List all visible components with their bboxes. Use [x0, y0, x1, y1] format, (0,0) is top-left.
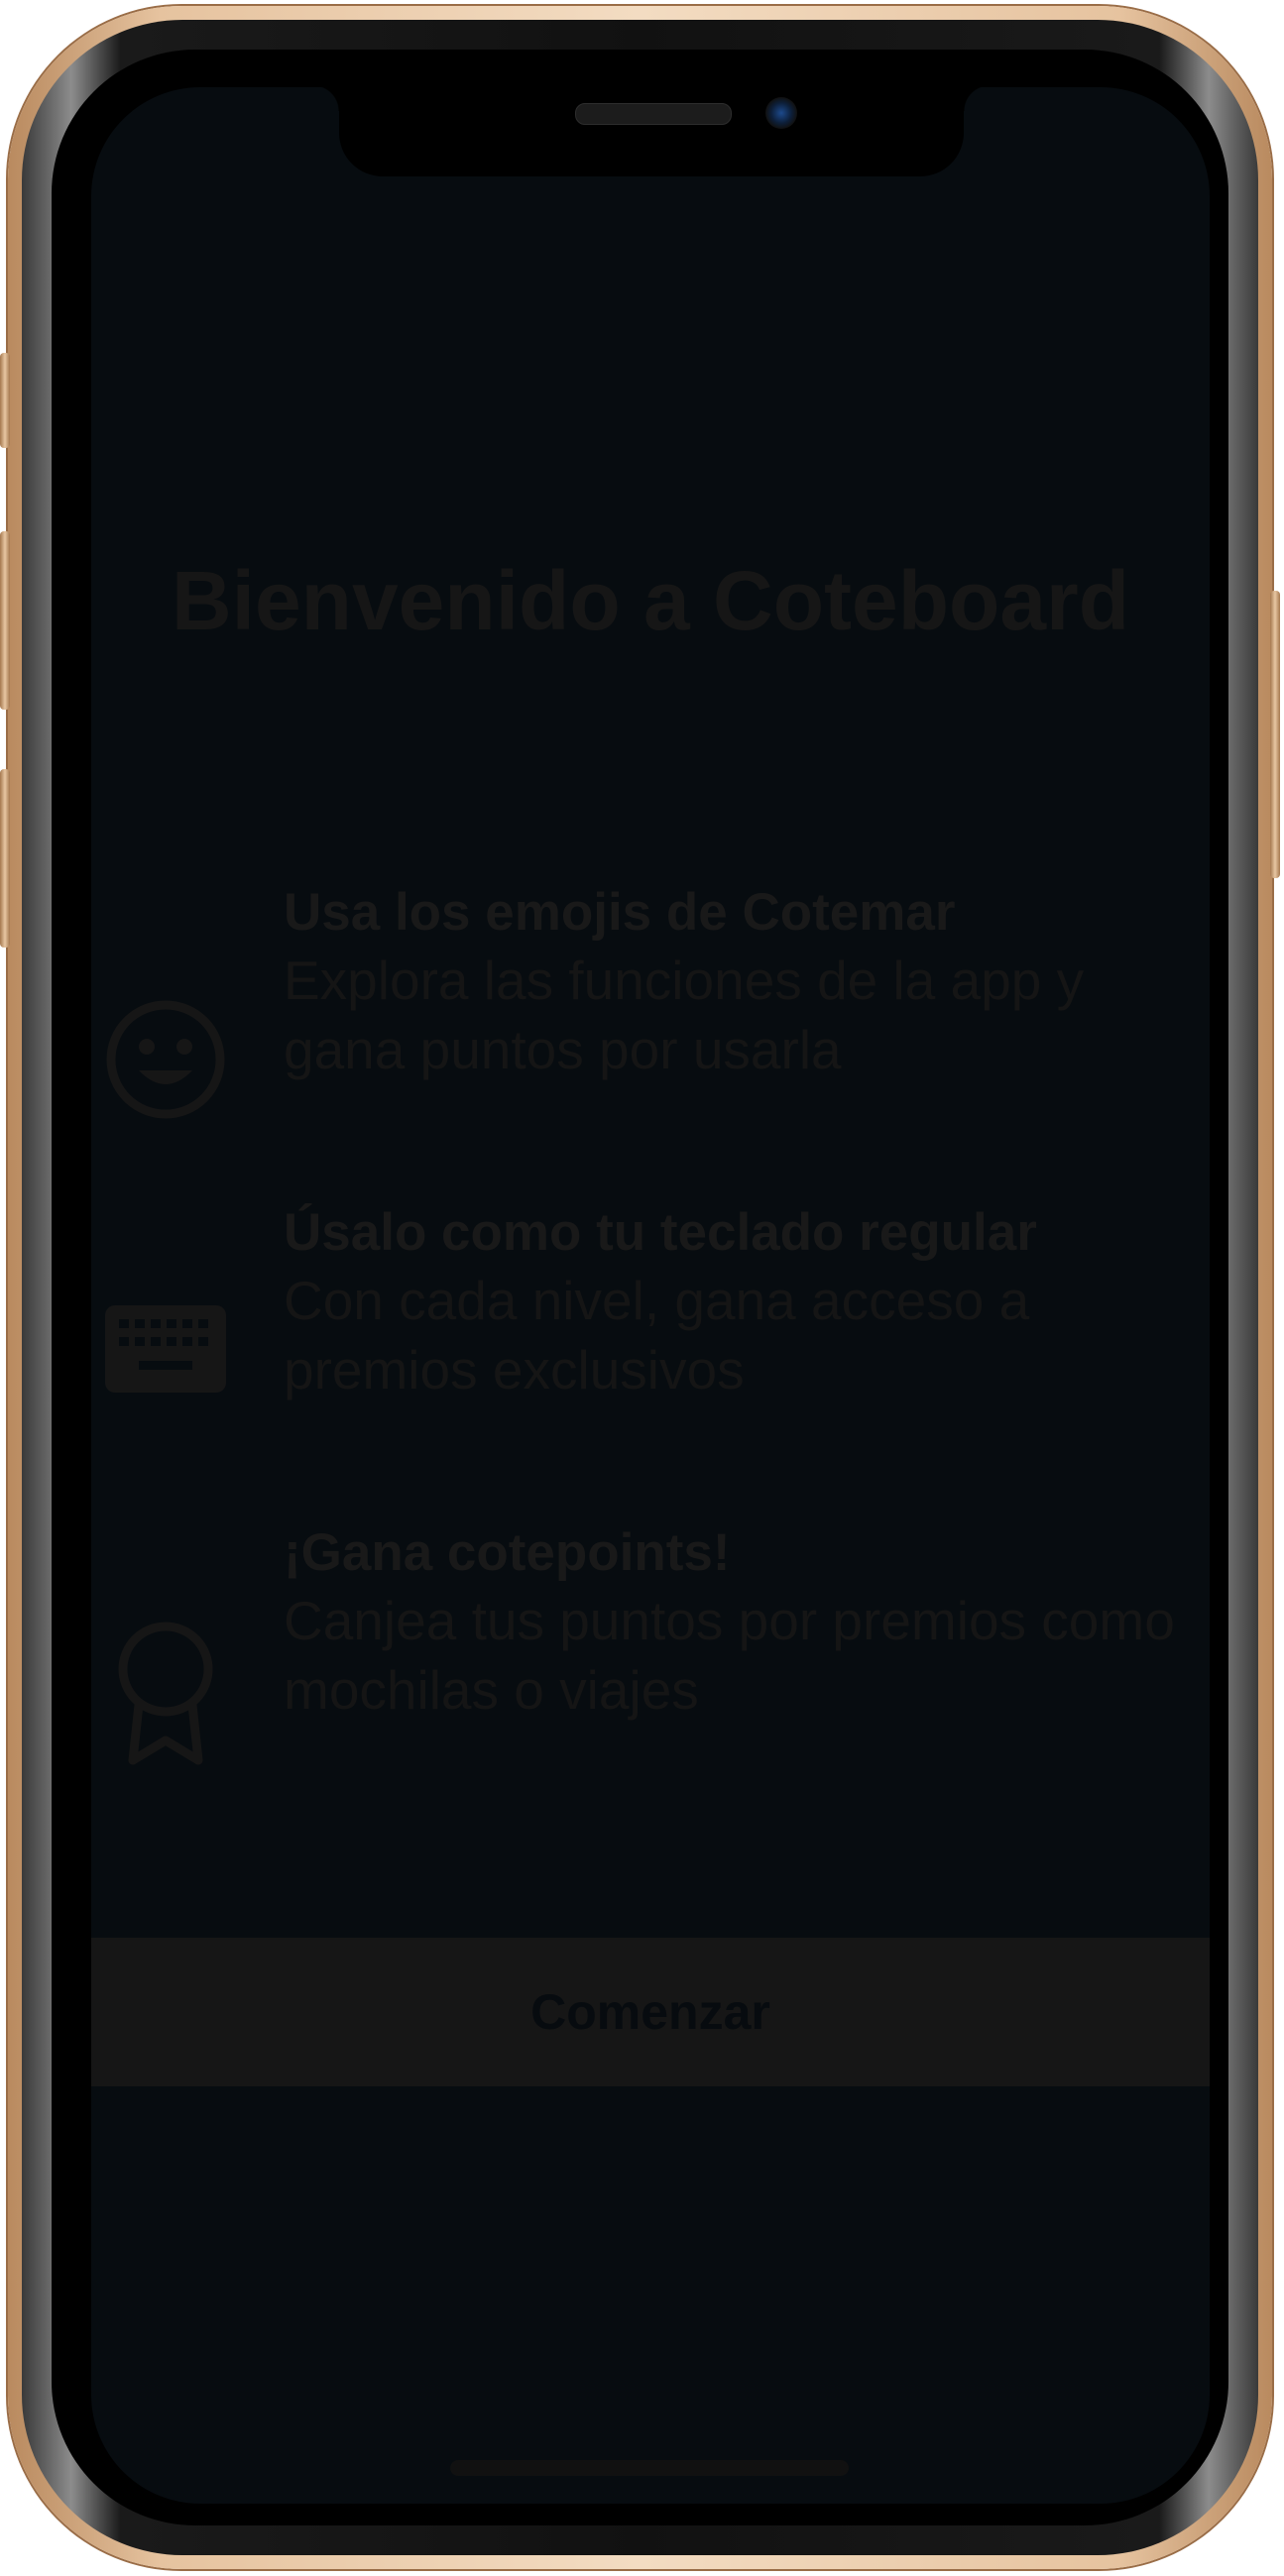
power-button	[1270, 591, 1280, 878]
volume-down-button	[0, 769, 10, 948]
feature-item-emojis: Usa los emojis de Cotemar Explora las fu…	[91, 880, 1210, 1119]
start-button[interactable]: Comenzar	[91, 1938, 1210, 2086]
feature-text: Usa los emojis de Cotemar Explora las fu…	[284, 880, 1176, 1084]
feature-heading: Úsalo como tu teclado regular	[284, 1203, 1037, 1262]
page-title: Bienvenido a Coteboard	[171, 554, 1130, 647]
home-indicator[interactable]	[450, 2460, 849, 2476]
feature-heading: ¡Gana cotepoints!	[284, 1523, 731, 1582]
phone-frame: Bienvenido a Coteboard Usa los emojis de…	[0, 6, 1280, 2569]
feature-text: Úsalo como tu teclado regular Con cada n…	[284, 1200, 1176, 1404]
feature-item-cotepoints: ¡Gana cotepoints! Canjea tus puntos por …	[91, 1520, 1210, 1765]
feature-text: ¡Gana cotepoints! Canjea tus puntos por …	[284, 1520, 1176, 1725]
screen: Bienvenido a Coteboard Usa los emojis de…	[91, 87, 1210, 2504]
award-ribbon-icon	[118, 1622, 213, 1765]
feature-description: Explora las funciones de la app y gana p…	[284, 950, 1085, 1080]
action-button	[0, 353, 10, 448]
feature-description: Con cada nivel, gana acceso a premios ex…	[284, 1270, 1030, 1400]
speaker-grille	[575, 103, 732, 125]
keyboard-icon	[105, 1305, 226, 1393]
volume-up-button	[0, 531, 10, 710]
feature-item-keyboard: Úsalo como tu teclado regular Con cada n…	[91, 1200, 1210, 1418]
front-camera	[765, 97, 797, 129]
feature-description: Canjea tus puntos por premios como mochi…	[284, 1590, 1175, 1721]
notch	[313, 87, 990, 176]
feature-heading: Usa los emojis de Cotemar	[284, 883, 956, 942]
smiley-face-icon	[106, 1000, 225, 1119]
